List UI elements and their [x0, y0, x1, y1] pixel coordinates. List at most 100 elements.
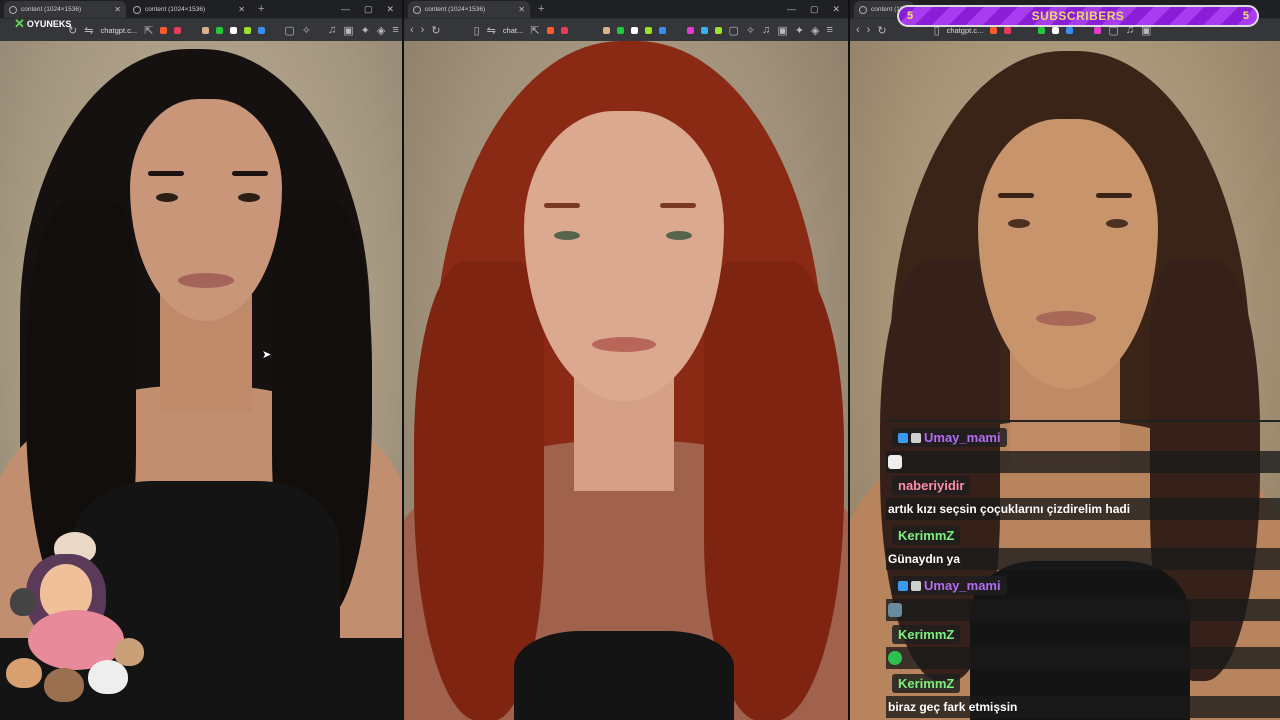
extension-icon[interactable]	[1038, 26, 1046, 34]
brave-rewards-icon[interactable]	[1004, 26, 1012, 34]
subscriber-count-right: 5	[1242, 10, 1249, 22]
site-settings-icon[interactable]: ⇋	[84, 24, 93, 37]
close-window-button[interactable]: ✕	[386, 4, 394, 15]
extension-icon[interactable]	[700, 26, 708, 34]
extension-icon[interactable]	[230, 26, 238, 34]
extension-icon[interactable]	[244, 26, 252, 34]
brow	[660, 203, 696, 208]
chat-message: KerimmZ biraz geç fark etmişsin	[886, 674, 1280, 718]
menu-icon[interactable]: ≡	[826, 24, 832, 36]
chat-message-body: biraz geç fark etmişsin	[886, 696, 1280, 718]
extension-icon[interactable]	[1052, 26, 1060, 34]
maximize-button[interactable]: ▢	[810, 4, 819, 15]
address-bar[interactable]: chatgpt.c...	[100, 26, 137, 35]
brow	[148, 171, 184, 176]
brow	[544, 203, 580, 208]
brave-rewards-icon[interactable]	[174, 26, 182, 34]
extension-icon[interactable]	[1066, 26, 1074, 34]
leo-icon[interactable]: ✦	[795, 24, 804, 37]
share-icon[interactable]: ⇱	[530, 24, 539, 37]
chat-message-body: Günaydın ya	[886, 548, 1280, 570]
back-button[interactable]: ‹	[856, 24, 860, 36]
globe-icon	[9, 5, 17, 14]
vpn-icon[interactable]: ◈	[811, 24, 819, 37]
extension-icon[interactable]	[714, 26, 722, 34]
extension-icon[interactable]	[630, 26, 638, 34]
new-tab-button[interactable]: +	[258, 3, 264, 15]
new-tab-button[interactable]: +	[538, 3, 544, 15]
extension-icon[interactable]	[644, 26, 652, 34]
extension-icon[interactable]	[616, 26, 624, 34]
brave-shield-icon[interactable]	[546, 26, 554, 34]
chat-icon[interactable]: ▢	[729, 24, 739, 37]
brave-shield-icon[interactable]	[990, 26, 998, 34]
brave-shield-icon[interactable]	[160, 26, 168, 34]
extension-icon[interactable]	[202, 26, 210, 34]
share-icon[interactable]: ⇱	[144, 24, 153, 37]
maximize-button[interactable]: ▢	[364, 4, 373, 15]
extension-icon[interactable]	[686, 26, 694, 34]
extension-icon[interactable]	[602, 26, 610, 34]
chat-icon[interactable]: ▢	[284, 24, 294, 37]
reload-icon[interactable]: ↻	[877, 24, 886, 37]
reload-icon[interactable]: ↻	[431, 24, 440, 37]
chat-message-body	[886, 647, 1280, 669]
chat-message-body: artık kızı seçsin çoçuklarını çizdirelim…	[886, 498, 1280, 520]
tab-content-1[interactable]: content (1024×1536) ✕	[408, 1, 530, 18]
chat-text: artık kızı seçsin çoçuklarını çizdirelim…	[888, 502, 1131, 516]
address-bar[interactable]: chat...	[503, 26, 523, 35]
chat-username-text: KerimmZ	[898, 676, 955, 691]
globe-icon	[413, 5, 421, 14]
mouse-cursor-icon: ➤	[262, 349, 272, 361]
forward-button[interactable]: ›	[421, 24, 425, 36]
music-icon[interactable]: ♫	[762, 24, 770, 36]
green-face-emote-icon	[888, 651, 902, 665]
extension-icon[interactable]	[258, 26, 266, 34]
chat-message: KerimmZ	[886, 625, 1280, 669]
puzzle-icon[interactable]: ✧	[302, 24, 311, 37]
puzzle-icon[interactable]: ✧	[746, 24, 755, 37]
tab-title: content (1024×1536)	[145, 6, 206, 13]
brow	[998, 193, 1034, 198]
bookmark-icon[interactable]: ▯	[474, 24, 480, 37]
subscriber-goal-banner: 5 SUBSCRIBERS 5	[897, 5, 1259, 27]
tab-title: content (1024×1536)	[425, 6, 486, 13]
minimize-button[interactable]: —	[787, 4, 796, 15]
chat-text: Günaydın ya	[888, 552, 961, 566]
browser-window-middle: content (1024×1536) ✕ + — ▢ ✕ ‹ › ↻ ▯ ⇋ …	[404, 0, 848, 720]
minimize-button[interactable]: —	[341, 4, 350, 15]
chat-username: KerimmZ	[892, 625, 961, 644]
tab-close-icon[interactable]: ✕	[238, 5, 245, 14]
chat-username: KerimmZ	[892, 674, 961, 693]
lips	[178, 273, 234, 288]
sidebar-icon[interactable]: ▣	[777, 24, 787, 37]
forward-button[interactable]: ›	[867, 24, 871, 36]
vpn-icon[interactable]: ◈	[377, 24, 385, 37]
chat-username: Umay_mami	[892, 576, 1007, 595]
leo-icon[interactable]: ✦	[361, 24, 370, 37]
chat-message: Umay_mami	[886, 576, 1280, 621]
extension-icon[interactable]	[216, 26, 224, 34]
tab-content-2[interactable]: content (1024×1536) ✕	[128, 1, 250, 18]
subscriber-label: SUBSCRIBERS	[1031, 9, 1125, 23]
eye	[1008, 219, 1030, 228]
sidebar-icon[interactable]: ▣	[343, 24, 353, 37]
lips	[1036, 311, 1096, 326]
tab-title: content (1024×1536)	[21, 6, 82, 13]
chat-message: Umay_mami	[886, 428, 1280, 473]
brave-rewards-icon[interactable]	[560, 26, 568, 34]
menu-icon[interactable]: ≡	[392, 24, 398, 36]
chat-message: KerimmZ Günaydın ya	[886, 526, 1280, 570]
extension-icon[interactable]	[658, 26, 666, 34]
back-button[interactable]: ‹	[410, 24, 414, 36]
chat-message-body	[886, 598, 1280, 621]
extension-icon[interactable]	[1094, 26, 1102, 34]
site-settings-icon[interactable]: ⇋	[487, 24, 496, 37]
close-window-button[interactable]: ✕	[832, 4, 840, 15]
music-icon[interactable]: ♫	[328, 24, 336, 36]
tab-close-icon[interactable]: ✕	[114, 5, 121, 14]
browser-toolbar: ‹ › ↻ ▯ ⇋ chat... ⇱ ▢ ✧ ♫ ▣ ✦ ◈ ≡	[404, 19, 848, 41]
tab-close-icon[interactable]: ✕	[518, 5, 525, 14]
chat-username-text: KerimmZ	[898, 528, 955, 543]
chat-username: KerimmZ	[892, 526, 961, 545]
